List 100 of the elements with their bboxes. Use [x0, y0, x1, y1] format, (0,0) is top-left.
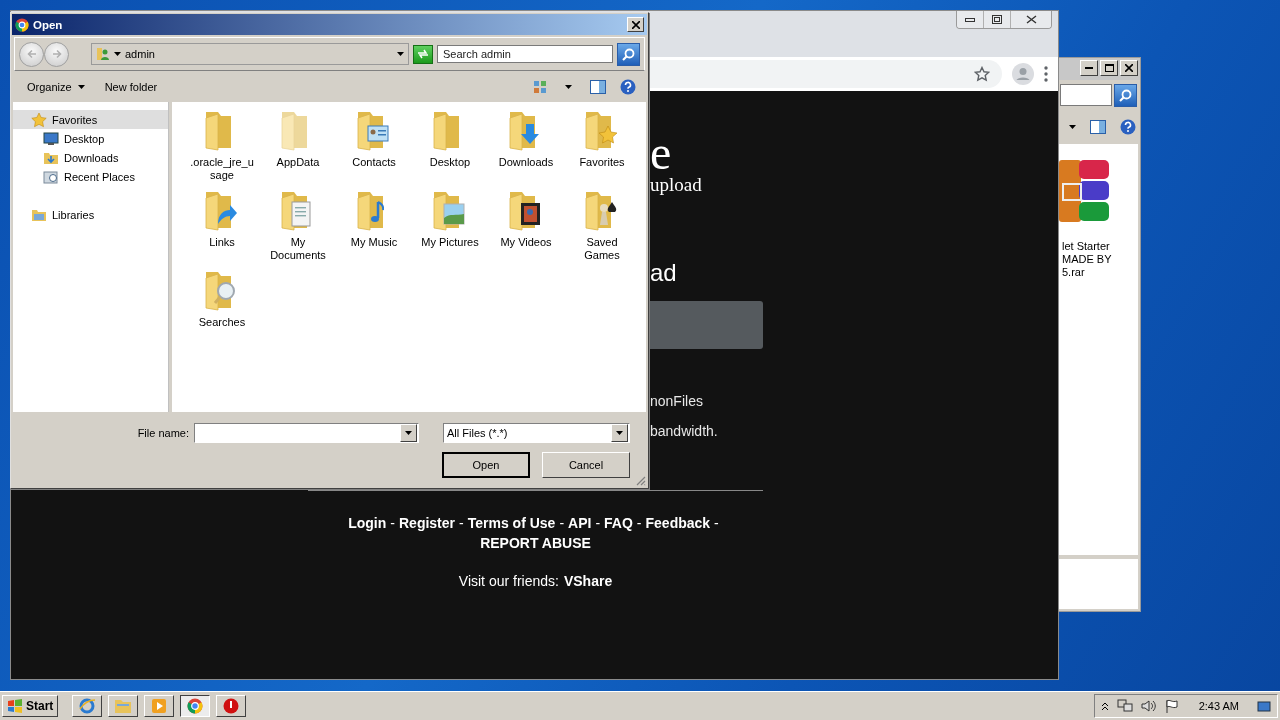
help-icon — [620, 79, 636, 95]
search-field[interactable] — [1060, 84, 1112, 106]
cancel-button[interactable]: Cancel — [542, 452, 630, 478]
folder-name[interactable]: Saved Games — [569, 236, 635, 262]
file-type-select[interactable]: All Files (*.*) — [443, 423, 630, 443]
minimize-button[interactable] — [957, 11, 983, 28]
forward-arrow-icon — [51, 49, 62, 59]
preview-pane-button[interactable] — [588, 78, 608, 96]
file-name: 5.rar — [1062, 266, 1086, 279]
help-button[interactable] — [618, 77, 638, 97]
caret-icon — [1069, 125, 1076, 129]
file-name: let Starter — [1062, 240, 1111, 253]
view-menu-button[interactable] — [563, 83, 574, 91]
file-name: MADE BY — [1062, 253, 1112, 266]
play-icon — [151, 698, 168, 714]
refresh-icon — [417, 49, 429, 59]
folder-name[interactable]: My Pictures — [421, 236, 479, 249]
close-icon — [1025, 15, 1037, 24]
footer-link[interactable]: Feedback — [645, 515, 711, 531]
nav-item[interactable]: Libraries — [13, 205, 168, 224]
open-button[interactable]: Open — [442, 452, 530, 478]
footer-link[interactable]: API — [568, 515, 592, 531]
folder-name[interactable]: Desktop — [429, 156, 471, 169]
minimize-icon — [1085, 67, 1093, 69]
folder-name[interactable]: Downloads — [498, 156, 554, 169]
address-field[interactable]: admin — [91, 43, 409, 65]
show-desktop-icon[interactable] — [1257, 699, 1271, 713]
footer-link[interactable]: Login — [348, 515, 387, 531]
user-folder-icon — [96, 47, 110, 61]
caret-icon — [405, 431, 412, 435]
taskbar-button[interactable] — [180, 695, 211, 717]
folder-name[interactable]: Links — [209, 236, 235, 249]
stop-sign-icon — [223, 698, 240, 714]
folder-icon — [43, 150, 59, 165]
globe-icon — [78, 697, 97, 715]
footer-link[interactable]: Register — [399, 515, 456, 531]
browser-icon — [187, 698, 204, 714]
chevron-up-icon[interactable] — [1100, 701, 1109, 711]
friend-link[interactable]: VShare — [563, 573, 613, 589]
preview-pane-icon — [590, 80, 606, 94]
close-button[interactable] — [1010, 11, 1051, 28]
view-icon — [533, 80, 547, 94]
search-field[interactable]: Search admin — [437, 45, 613, 63]
refresh-button[interactable] — [413, 44, 433, 64]
separator: - — [714, 515, 719, 531]
footer-link[interactable]: FAQ — [604, 515, 633, 531]
separator: - — [459, 515, 464, 531]
search-icon — [1119, 88, 1132, 102]
windows-logo-icon — [7, 699, 23, 713]
restore-button[interactable] — [983, 11, 1010, 28]
separator: - — [595, 515, 601, 531]
help-icon — [1120, 119, 1136, 135]
footer-link[interactable]: REPORT ABUSE — [480, 535, 591, 551]
star-icon — [31, 111, 47, 128]
maximize-button[interactable] — [1100, 60, 1118, 76]
caret-icon — [565, 85, 572, 89]
maximize-icon — [1104, 64, 1114, 72]
separator: - — [390, 515, 395, 531]
separator: - — [636, 515, 642, 531]
folder-name[interactable]: Contacts — [352, 156, 396, 169]
nav-item[interactable]: Downloads — [13, 148, 168, 167]
resize-grip[interactable] — [635, 475, 646, 486]
file-name-label: File name: — [137, 427, 189, 439]
folder-name[interactable]: .oracle_jre_usage — [189, 156, 255, 182]
folder-name[interactable]: Favorites — [579, 156, 625, 169]
close-icon — [631, 20, 640, 29]
search-button[interactable] — [1114, 83, 1137, 107]
speaker-icon[interactable] — [1140, 699, 1157, 713]
recent-places-icon — [43, 169, 59, 184]
menu-icon[interactable] — [1044, 66, 1048, 82]
nav-item[interactable]: Desktop — [13, 129, 168, 148]
nav-item[interactable]: Recent Places — [13, 167, 168, 186]
search-button[interactable] — [617, 42, 640, 66]
folder-name[interactable]: Searches — [198, 316, 246, 329]
restore-icon — [992, 15, 1002, 24]
dialog-title: Open — [33, 18, 64, 31]
new-folder-button[interactable]: New folder — [100, 79, 162, 95]
organize-button[interactable]: Organize — [23, 79, 89, 95]
minimize-icon — [965, 17, 975, 22]
minimize-button[interactable] — [1080, 60, 1098, 76]
folder-name[interactable]: My Music — [350, 236, 398, 249]
clock[interactable]: 2:43 AM — [1198, 700, 1239, 712]
library-icon — [31, 207, 47, 222]
file-name-field[interactable] — [194, 423, 419, 443]
folder-name[interactable]: AppData — [276, 156, 320, 169]
footer-link[interactable]: Terms of Use — [467, 515, 556, 531]
folder-icon — [114, 698, 133, 714]
flag-icon[interactable] — [1164, 699, 1179, 713]
star-icon[interactable] — [974, 66, 990, 82]
network-icon[interactable] — [1116, 699, 1133, 713]
avatar-icon[interactable] — [1012, 63, 1034, 85]
folder-name[interactable]: My Videos — [500, 236, 552, 249]
separator: - — [559, 515, 565, 531]
folder-name[interactable]: My Documents — [265, 236, 331, 262]
search-icon — [622, 47, 635, 61]
caret-icon — [616, 431, 623, 435]
nav-item[interactable]: Favorites — [13, 110, 168, 129]
start-button[interactable]: Start — [2, 695, 59, 717]
preview-pane-icon — [1090, 120, 1106, 134]
section-heading: ad — [650, 259, 677, 287]
